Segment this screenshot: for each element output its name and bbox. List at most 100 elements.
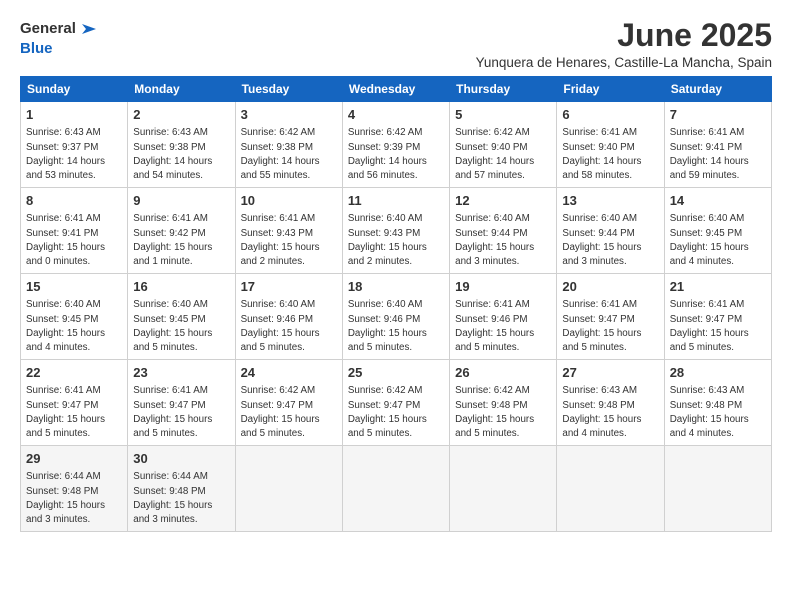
table-row: 7 Sunrise: 6:41 AMSunset: 9:41 PMDaylight… — [664, 102, 771, 188]
col-friday: Friday — [557, 77, 664, 102]
table-row: 23 Sunrise: 6:41 AMSunset: 9:47 PMDayligh… — [128, 360, 235, 446]
day-info: Sunrise: 6:41 AMSunset: 9:46 PMDaylight:… — [455, 298, 551, 355]
day-info: Sunrise: 6:41 AMSunset: 9:47 PMDaylight:… — [562, 298, 658, 355]
day-info: Sunrise: 6:40 AMSunset: 9:45 PMDaylight:… — [133, 298, 229, 355]
calendar-header-row: Sunday Monday Tuesday Wednesday Thursday… — [21, 77, 772, 102]
table-row: 16 Sunrise: 6:40 AMSunset: 9:45 PMDayligh… — [128, 274, 235, 360]
day-number: 2 — [133, 106, 229, 124]
day-number: 23 — [133, 364, 229, 382]
day-number: 5 — [455, 106, 551, 124]
table-row: 21 Sunrise: 6:41 AMSunset: 9:47 PMDayligh… — [664, 274, 771, 360]
calendar-row: 1Sunrise: 6:43 AMSunset: 9:37 PMDaylight… — [21, 102, 772, 188]
day-info: Sunrise: 6:40 AMSunset: 9:44 PMDaylight:… — [562, 212, 658, 269]
day-info: Sunrise: 6:43 AMSunset: 9:38 PMDaylight:… — [133, 126, 229, 183]
title-block: June 2025 Yunquera de Henares, Castille-… — [476, 18, 772, 70]
day-info: Sunrise: 6:40 AMSunset: 9:43 PMDaylight:… — [348, 212, 444, 269]
table-row: 27 Sunrise: 6:43 AMSunset: 9:48 PMDayligh… — [557, 360, 664, 446]
table-row: 29 Sunrise: 6:44 AMSunset: 9:48 PMDayligh… — [21, 446, 128, 532]
day-info: Sunrise: 6:41 AMSunset: 9:43 PMDaylight:… — [241, 212, 337, 269]
table-row: 6 Sunrise: 6:41 AMSunset: 9:40 PMDaylight… — [557, 102, 664, 188]
day-info: Sunrise: 6:43 AMSunset: 9:48 PMDaylight:… — [562, 384, 658, 441]
table-row: 18 Sunrise: 6:40 AMSunset: 9:46 PMDayligh… — [342, 274, 449, 360]
day-number: 28 — [670, 364, 766, 382]
day-info: Sunrise: 6:44 AMSunset: 9:48 PMDaylight:… — [133, 470, 229, 527]
day-number: 19 — [455, 278, 551, 296]
table-row: 24 Sunrise: 6:42 AMSunset: 9:47 PMDayligh… — [235, 360, 342, 446]
day-info: Sunrise: 6:42 AMSunset: 9:47 PMDaylight:… — [241, 384, 337, 441]
day-number: 6 — [562, 106, 658, 124]
table-row: 10 Sunrise: 6:41 AMSunset: 9:43 PMDayligh… — [235, 188, 342, 274]
table-row: 15Sunrise: 6:40 AMSunset: 9:45 PMDayligh… — [21, 274, 128, 360]
table-row: 25 Sunrise: 6:42 AMSunset: 9:47 PMDayligh… — [342, 360, 449, 446]
day-info: Sunrise: 6:40 AMSunset: 9:46 PMDaylight:… — [348, 298, 444, 355]
table-row: 20 Sunrise: 6:41 AMSunset: 9:47 PMDayligh… — [557, 274, 664, 360]
day-number: 7 — [670, 106, 766, 124]
day-number: 22 — [26, 364, 122, 382]
logo-arrow-icon — [78, 18, 100, 40]
day-info: Sunrise: 6:40 AMSunset: 9:46 PMDaylight:… — [241, 298, 337, 355]
table-row: 1Sunrise: 6:43 AMSunset: 9:37 PMDaylight… — [21, 102, 128, 188]
day-number: 20 — [562, 278, 658, 296]
day-info: Sunrise: 6:41 AMSunset: 9:41 PMDaylight:… — [670, 126, 766, 183]
table-row — [450, 446, 557, 532]
day-number: 18 — [348, 278, 444, 296]
day-info: Sunrise: 6:42 AMSunset: 9:47 PMDaylight:… — [348, 384, 444, 441]
day-number: 21 — [670, 278, 766, 296]
table-row — [342, 446, 449, 532]
day-number: 10 — [241, 192, 337, 210]
day-info: Sunrise: 6:41 AMSunset: 9:41 PMDaylight:… — [26, 212, 122, 269]
day-info: Sunrise: 6:43 AMSunset: 9:37 PMDaylight:… — [26, 126, 122, 183]
day-number: 27 — [562, 364, 658, 382]
col-monday: Monday — [128, 77, 235, 102]
page: General Blue June 2025 Yunquera de Henar… — [0, 0, 792, 544]
calendar-table: Sunday Monday Tuesday Wednesday Thursday… — [20, 76, 772, 532]
day-info: Sunrise: 6:40 AMSunset: 9:45 PMDaylight:… — [26, 298, 122, 355]
day-number: 17 — [241, 278, 337, 296]
day-number: 3 — [241, 106, 337, 124]
table-row: 2 Sunrise: 6:43 AMSunset: 9:38 PMDaylight… — [128, 102, 235, 188]
table-row — [235, 446, 342, 532]
day-number: 12 — [455, 192, 551, 210]
day-number: 4 — [348, 106, 444, 124]
day-number: 26 — [455, 364, 551, 382]
calendar-row: 22 Sunrise: 6:41 AMSunset: 9:47 PMDayligh… — [21, 360, 772, 446]
table-row: 3 Sunrise: 6:42 AMSunset: 9:38 PMDaylight… — [235, 102, 342, 188]
location-title: Yunquera de Henares, Castille-La Mancha,… — [476, 55, 772, 70]
table-row: 17 Sunrise: 6:40 AMSunset: 9:46 PMDayligh… — [235, 274, 342, 360]
table-row — [664, 446, 771, 532]
table-row: 11 Sunrise: 6:40 AMSunset: 9:43 PMDayligh… — [342, 188, 449, 274]
day-number: 11 — [348, 192, 444, 210]
day-number: 16 — [133, 278, 229, 296]
day-number: 13 — [562, 192, 658, 210]
day-info: Sunrise: 6:40 AMSunset: 9:44 PMDaylight:… — [455, 212, 551, 269]
table-row: 22 Sunrise: 6:41 AMSunset: 9:47 PMDayligh… — [21, 360, 128, 446]
table-row: 19 Sunrise: 6:41 AMSunset: 9:46 PMDayligh… — [450, 274, 557, 360]
day-info: Sunrise: 6:41 AMSunset: 9:47 PMDaylight:… — [133, 384, 229, 441]
logo-blue: Blue — [20, 40, 53, 57]
day-number: 8 — [26, 192, 122, 210]
col-sunday: Sunday — [21, 77, 128, 102]
day-info: Sunrise: 6:42 AMSunset: 9:48 PMDaylight:… — [455, 384, 551, 441]
col-thursday: Thursday — [450, 77, 557, 102]
day-number: 25 — [348, 364, 444, 382]
day-info: Sunrise: 6:40 AMSunset: 9:45 PMDaylight:… — [670, 212, 766, 269]
table-row: 9Sunrise: 6:41 AMSunset: 9:42 PMDaylight… — [128, 188, 235, 274]
col-tuesday: Tuesday — [235, 77, 342, 102]
table-row: 5Sunrise: 6:42 AMSunset: 9:40 PMDaylight… — [450, 102, 557, 188]
table-row — [557, 446, 664, 532]
day-info: Sunrise: 6:41 AMSunset: 9:40 PMDaylight:… — [562, 126, 658, 183]
day-number: 30 — [133, 450, 229, 468]
day-info: Sunrise: 6:42 AMSunset: 9:39 PMDaylight:… — [348, 126, 444, 183]
day-info: Sunrise: 6:42 AMSunset: 9:38 PMDaylight:… — [241, 126, 337, 183]
day-number: 14 — [670, 192, 766, 210]
day-info: Sunrise: 6:41 AMSunset: 9:47 PMDaylight:… — [670, 298, 766, 355]
day-info: Sunrise: 6:41 AMSunset: 9:47 PMDaylight:… — [26, 384, 122, 441]
day-number: 29 — [26, 450, 122, 468]
day-number: 24 — [241, 364, 337, 382]
day-info: Sunrise: 6:43 AMSunset: 9:48 PMDaylight:… — [670, 384, 766, 441]
table-row: 30 Sunrise: 6:44 AMSunset: 9:48 PMDayligh… — [128, 446, 235, 532]
logo: General Blue — [20, 18, 100, 58]
table-row: 28 Sunrise: 6:43 AMSunset: 9:48 PMDayligh… — [664, 360, 771, 446]
day-info: Sunrise: 6:41 AMSunset: 9:42 PMDaylight:… — [133, 212, 229, 269]
day-info: Sunrise: 6:44 AMSunset: 9:48 PMDaylight:… — [26, 470, 122, 527]
